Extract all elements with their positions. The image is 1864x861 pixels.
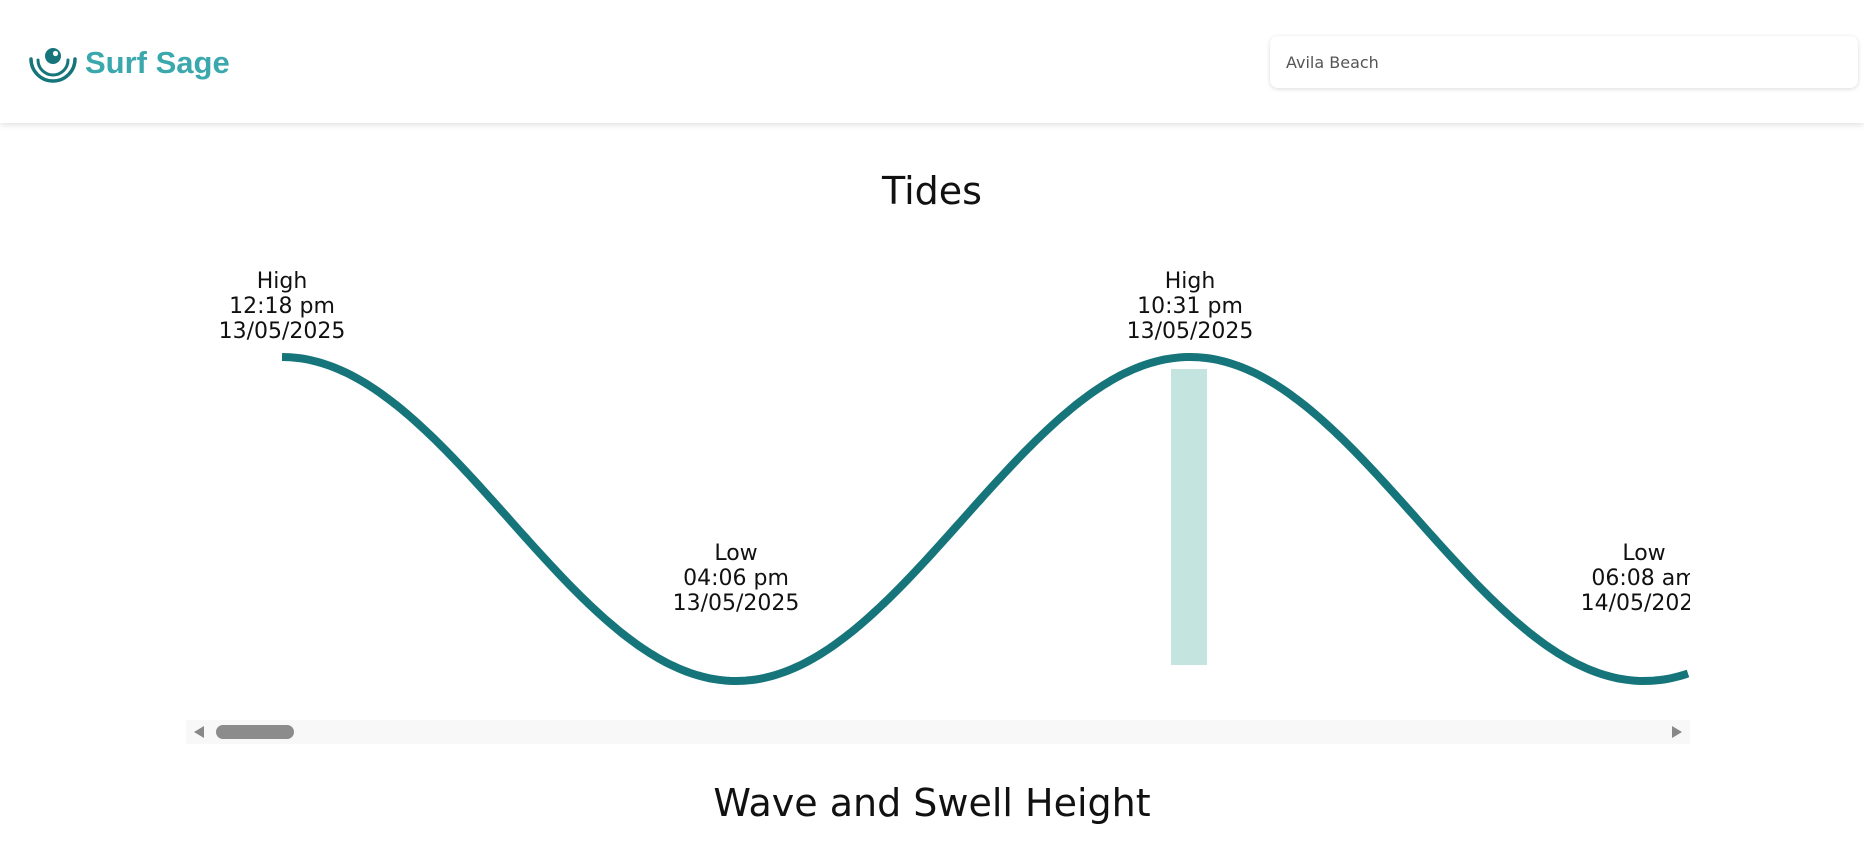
tide-time: 12:18 pm [229, 294, 335, 319]
tide-type: Low [1622, 541, 1666, 566]
tide-chart-scrollbar[interactable] [186, 720, 1690, 744]
tide-date: 14/05/2025 [1580, 591, 1690, 616]
wave-swell-title: Wave and Swell Height [713, 781, 1151, 825]
tide-extreme-label: Low 04:06 pm 13/05/2025 [646, 541, 826, 616]
tides-title: Tides [882, 169, 982, 213]
tide-chart-svg [281, 353, 1690, 686]
brand-logo-link[interactable]: Surf Sage [27, 42, 230, 84]
scroll-left-arrow-icon[interactable] [194, 726, 204, 738]
tide-type: Low [714, 541, 758, 566]
tide-extreme-label: Low06:08 am14/05/2025 [1554, 541, 1690, 616]
tide-date: 13/05/2025 [218, 319, 346, 344]
scroll-right-arrow-icon[interactable] [1672, 726, 1682, 738]
tide-extreme-label: High 10:31 pm 13/05/2025 [1100, 269, 1280, 344]
tide-time: 06:08 am [1591, 566, 1690, 591]
eye-wave-icon [29, 48, 77, 83]
tide-chart: High 12:18 pm 13/05/2025 Low 04:06 pm 13/05/2… [186, 255, 1690, 695]
tide-extreme-label: High 12:18 pm 13/05/2025 [192, 269, 372, 344]
tide-date: 13/05/2025 [1126, 319, 1254, 344]
tide-time: 04:06 pm [683, 566, 789, 591]
tide-time: 10:31 pm [1137, 294, 1243, 319]
tide-chart-viewport: High 12:18 pm 13/05/2025 Low 04:06 pm 13/05/2… [186, 255, 1690, 695]
tide-type: High [1164, 269, 1216, 294]
location-search-input[interactable] [1270, 36, 1858, 88]
brand-name: Surf Sage [85, 45, 230, 80]
tide-date: 13/05/2025 [672, 591, 800, 616]
tide-curve [281, 353, 1690, 686]
current-time-marker [1171, 369, 1207, 665]
scroll-thumb[interactable] [216, 725, 294, 739]
app-header: Surf Sage [0, 0, 1864, 123]
tide-type: High [256, 269, 308, 294]
